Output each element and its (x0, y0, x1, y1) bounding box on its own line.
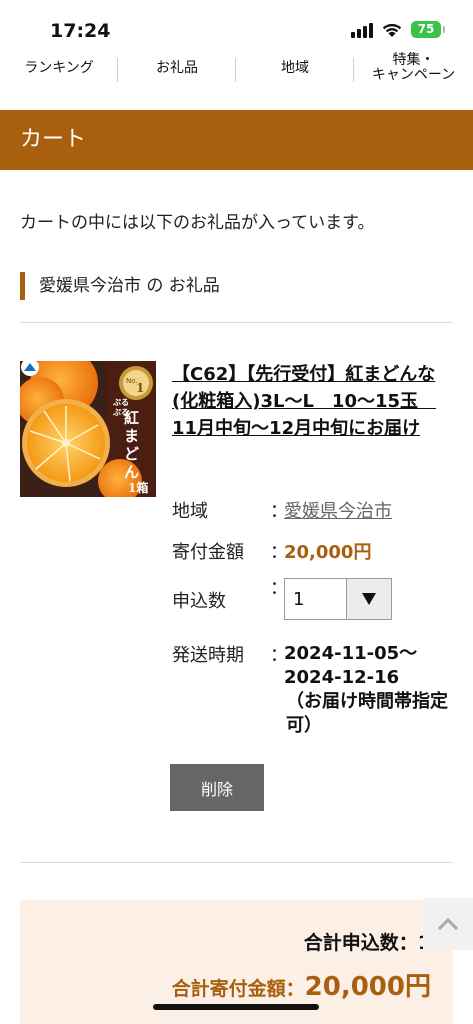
vertical-text-6: ん (124, 463, 139, 481)
divider (20, 322, 453, 323)
nav-ranking[interactable]: ランキング (0, 52, 118, 90)
page-title: カート (0, 110, 473, 170)
region-label: 地域 (172, 501, 208, 522)
nav-region[interactable]: 地域 (236, 52, 354, 90)
nav-gifts[interactable]: お礼品 (118, 52, 236, 90)
top-nav: ランキング お礼品 地域 特集・ キャンペーン (0, 52, 473, 90)
box-count-label: 1箱 (128, 480, 148, 495)
product-image[interactable]: No. 1 ぷる ぷる 紅 ま ど ん 1箱 (20, 361, 156, 497)
battery-icon: 75 (411, 21, 445, 38)
scroll-to-top-button[interactable] (423, 898, 473, 950)
delete-button[interactable]: 削除 (170, 764, 264, 811)
price-value: 20,000円 (284, 542, 372, 563)
wifi-icon (382, 23, 402, 37)
clock: 17:24 (50, 20, 111, 42)
shipping-dates: 2024-11-05～ 2024-12-16 (284, 643, 418, 688)
vertical-text-1: ぷる (112, 397, 129, 407)
cart-intro-text: カートの中には以下のお礼品が入っています。 (20, 213, 375, 233)
divider (20, 862, 453, 863)
total-quantity: 合計申込数：1 (304, 928, 431, 955)
vertical-text-4: ま (124, 427, 139, 445)
nav-campaign[interactable]: 特集・ キャンペーン (354, 52, 473, 90)
shipping-period: 2024-11-05～ 2024-12-16 （お届け時間帯指定可） (284, 642, 460, 738)
quantity-select[interactable]: 1 (284, 578, 392, 620)
shipping-label: 発送時期 (172, 645, 244, 666)
region-link[interactable]: 愛媛県今治市 (284, 497, 392, 523)
total-amount-value: 20,000円 (304, 972, 431, 1002)
home-indicator[interactable] (153, 1004, 319, 1010)
price-label: 寄付金額 (172, 542, 244, 563)
signal-icon (351, 22, 373, 38)
status-icons: 75 (351, 21, 445, 38)
badge-rank: 1 (136, 381, 144, 395)
total-amount-label: 合計寄付金額： (171, 978, 305, 1000)
quantity-label: 申込数 (172, 591, 226, 612)
quantity-value: 1 (293, 589, 305, 610)
status-bar: 17:24 75 (0, 0, 473, 56)
dropdown-arrow-icon[interactable] (346, 579, 391, 619)
chevron-up-icon (437, 917, 459, 931)
total-amount: 合計寄付金額：20,000円 (172, 966, 431, 1003)
shipping-note: （お届け時間帯指定可） (286, 691, 448, 736)
region-heading: 愛媛県今治市 の お礼品 (20, 272, 220, 300)
total-quantity-label: 合計申込数： (303, 932, 418, 954)
vertical-text-5: ど (124, 445, 139, 463)
vertical-text-3: 紅 (124, 409, 139, 427)
product-title-link[interactable]: 【C62】【先行受付】紅まどんな(化粧箱入)3L～L 10～15玉 11月中旬～… (172, 361, 458, 442)
